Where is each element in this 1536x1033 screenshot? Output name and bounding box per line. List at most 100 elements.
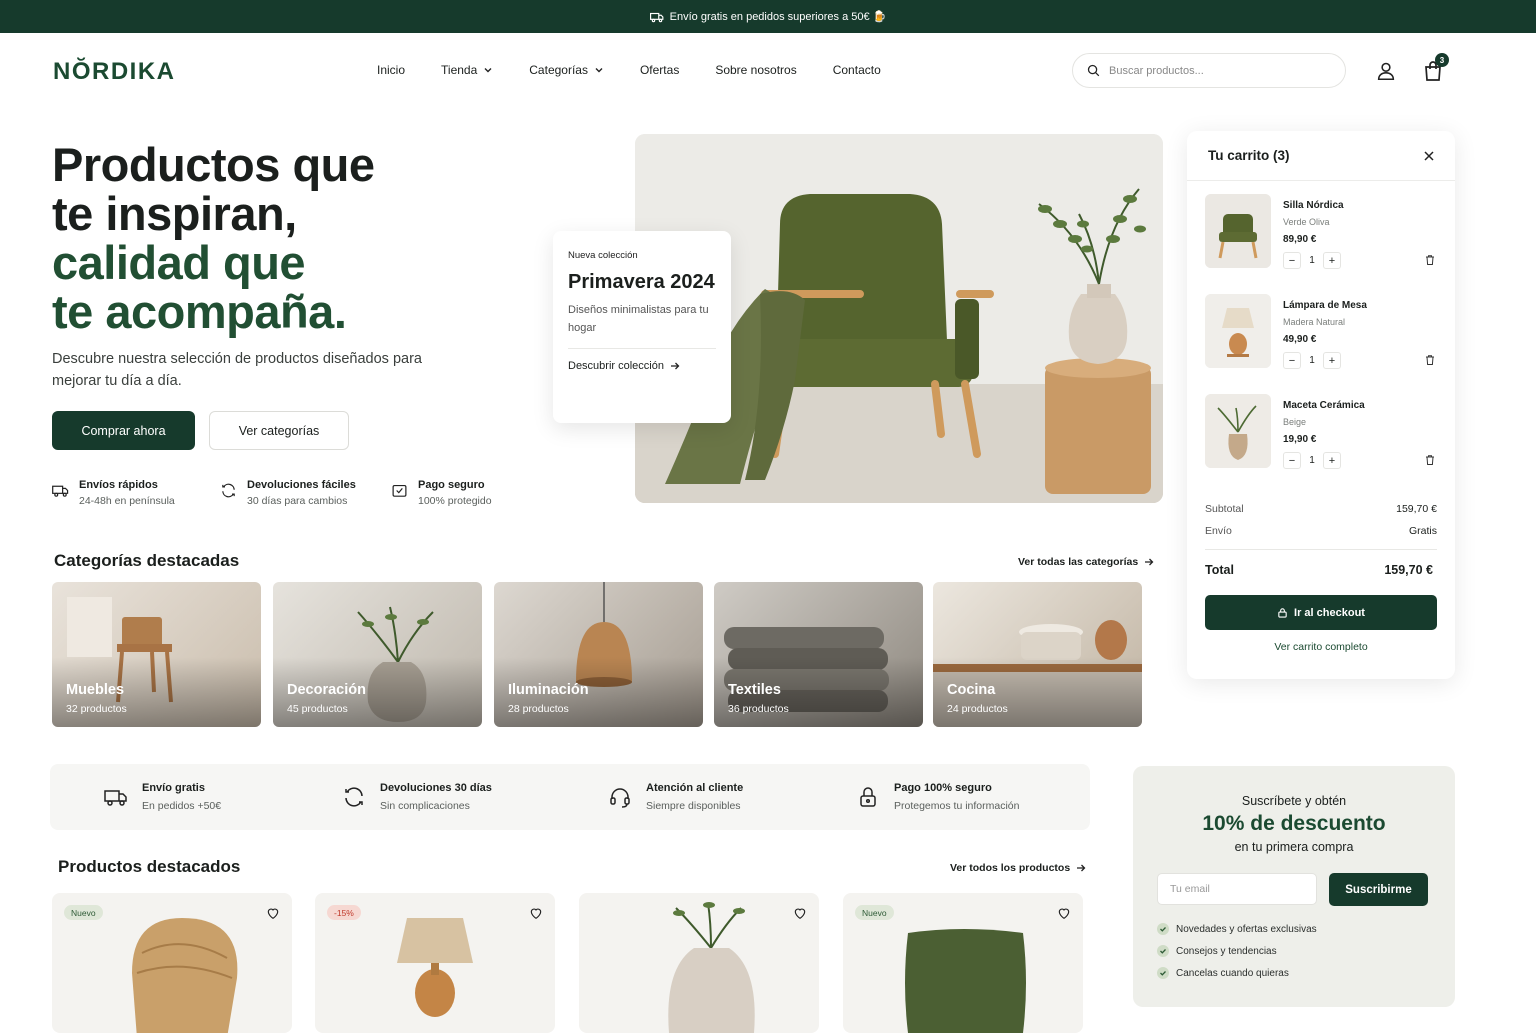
cart-button[interactable]: 3: [1421, 53, 1449, 83]
user-account-icon[interactable]: [1375, 60, 1397, 82]
check-icon: [1157, 945, 1169, 957]
category-card-textiles[interactable]: Textiles 36 productos: [714, 582, 923, 727]
category-name: Iluminación: [508, 682, 589, 698]
headset-icon: [610, 788, 630, 808]
benefit-sub: En pedidos +50€: [142, 800, 222, 812]
trash-icon[interactable]: [1424, 254, 1436, 266]
feature-sub: 24-48h en península: [79, 495, 175, 507]
announcement-bar: Envío gratis en pedidos superiores a 50€…: [0, 0, 1536, 33]
total-label: Total: [1205, 563, 1234, 577]
product-card[interactable]: [579, 893, 819, 1033]
cart-title: Tu carrito (3): [1208, 148, 1290, 163]
heart-icon[interactable]: [1056, 905, 1072, 921]
categories-heading: Categorías destacadas: [54, 551, 240, 570]
benefit-item: Envío gratis En pedidos +50€: [104, 781, 221, 816]
nav-inicio[interactable]: Inicio: [377, 63, 405, 77]
nav-sobre-nosotros[interactable]: Sobre nosotros: [715, 63, 796, 77]
category-count: 24 productos: [947, 703, 1008, 715]
lock-icon: [1278, 608, 1287, 618]
category-count: 36 productos: [728, 703, 789, 715]
nav-label: Inicio: [377, 63, 406, 77]
decrease-button[interactable]: −: [1283, 452, 1301, 469]
discount-badge: -15%: [327, 905, 361, 920]
secure-payment-icon: [392, 484, 407, 497]
view-all-products-link[interactable]: Ver todos los productos: [950, 862, 1086, 874]
cart-item-variant: Beige: [1283, 417, 1307, 427]
main-nav: Inicio Tienda Categorías Ofertas Sobre n…: [377, 63, 917, 77]
quantity-stepper: − 1 +: [1283, 452, 1341, 469]
search-box[interactable]: [1072, 53, 1346, 88]
subscribe-button[interactable]: Suscribirme: [1329, 873, 1428, 906]
arrow-right-icon: [1077, 864, 1086, 872]
benefits-strip: Envío gratis En pedidos +50€ Devoluciones…: [50, 764, 1090, 830]
subtotal-row: Subtotal 159,70 €: [1205, 503, 1437, 515]
divider: [1205, 549, 1437, 550]
hero-title-line: te inspiran,: [52, 187, 297, 240]
increase-button[interactable]: +: [1323, 252, 1341, 269]
heart-icon[interactable]: [792, 905, 808, 921]
lock-icon: [860, 787, 876, 807]
nav-categorias[interactable]: Categorías: [529, 63, 604, 77]
close-icon[interactable]: [1423, 150, 1435, 162]
product-thumbnail[interactable]: [1205, 394, 1271, 468]
category-card-iluminacion[interactable]: Iluminación 28 productos: [494, 582, 703, 727]
decrease-button[interactable]: −: [1283, 252, 1301, 269]
ceramic-vase-image: [668, 902, 755, 1033]
benefit-title: Pago 100% seguro: [894, 782, 992, 794]
benefit-title: Devoluciones 30 días: [380, 782, 492, 794]
new-badge: Nuevo: [855, 905, 894, 920]
category-card-decoracion[interactable]: Decoración 45 productos: [273, 582, 482, 727]
decrease-button[interactable]: −: [1283, 352, 1301, 369]
announcement-text: Envío gratis en pedidos superiores a 50€…: [669, 11, 887, 23]
quantity-value: 1: [1309, 455, 1315, 466]
category-name: Cocina: [947, 682, 996, 698]
cart-drawer: Tu carrito (3) Silla Nórdica Verde Oliva…: [1187, 131, 1455, 679]
nav-contacto[interactable]: Contacto: [833, 63, 881, 77]
perk-item: Consejos y tendencias: [1157, 945, 1277, 957]
hero-subtitle: Descubre nuestra selección de productos …: [52, 351, 422, 389]
benefit-sub: Siempre disponibles: [646, 800, 741, 812]
cart-item: Lámpara de Mesa Madera Natural 49,90 € −…: [1205, 294, 1437, 370]
feature-payment: Pago seguro 100% protegido: [391, 478, 492, 509]
hero-title-line: Productos que: [52, 138, 375, 191]
cart-item-name: Maceta Cerámica: [1283, 400, 1365, 411]
increase-button[interactable]: +: [1323, 452, 1341, 469]
feature-sub: 30 días para cambios: [247, 495, 348, 507]
heart-icon[interactable]: [265, 905, 281, 921]
category-card-muebles[interactable]: Muebles 32 productos: [52, 582, 261, 727]
category-card-cocina[interactable]: Cocina 24 productos: [933, 582, 1142, 727]
checkout-button[interactable]: Ir al checkout: [1205, 595, 1437, 630]
nav-ofertas[interactable]: Ofertas: [640, 63, 679, 77]
product-card[interactable]: -15%: [315, 893, 555, 1033]
product-thumbnail[interactable]: [1205, 294, 1271, 368]
search-input[interactable]: [1109, 64, 1309, 77]
discover-collection-link[interactable]: Descubrir colección: [568, 360, 716, 372]
feature-returns: Devoluciones fáciles 30 días para cambios: [220, 478, 356, 509]
chevron-down-icon: [595, 68, 603, 73]
cart-item-name: Silla Nórdica: [1283, 200, 1344, 211]
cart-item-variant: Verde Oliva: [1283, 217, 1330, 227]
hero-title-line-accent: calidad que: [52, 236, 306, 289]
view-full-cart-link[interactable]: Ver carrito completo: [1205, 641, 1437, 653]
feature-shipping: Envíos rápidos 24-48h en península: [52, 478, 175, 509]
nav-tienda[interactable]: Tienda: [441, 63, 493, 77]
heart-icon[interactable]: [528, 905, 544, 921]
product-card[interactable]: Nuevo: [843, 893, 1083, 1033]
product-card[interactable]: Nuevo: [52, 893, 292, 1033]
quantity-value: 1: [1309, 355, 1315, 366]
increase-button[interactable]: +: [1323, 352, 1341, 369]
view-categories-button[interactable]: Ver categorías: [209, 411, 349, 450]
hero-title: Productos que te inspiran, calidad que t…: [52, 140, 375, 336]
brand-logo[interactable]: NŎRDIKA: [53, 58, 176, 86]
trash-icon[interactable]: [1424, 454, 1436, 466]
subtotal-value: 159,70 €: [1396, 503, 1437, 515]
product-thumbnail[interactable]: [1205, 194, 1271, 268]
view-all-categories-link[interactable]: Ver todas las categorías: [1018, 556, 1154, 568]
benefit-item: Devoluciones 30 días Sin complicaciones: [342, 781, 492, 816]
trash-icon[interactable]: [1424, 354, 1436, 366]
email-field[interactable]: [1157, 873, 1317, 905]
shop-now-button[interactable]: Comprar ahora: [52, 411, 195, 450]
benefit-title: Atención al cliente: [646, 782, 744, 794]
benefit-title: Envío gratis: [142, 782, 205, 794]
feature-sub: 100% protegido: [418, 495, 492, 507]
